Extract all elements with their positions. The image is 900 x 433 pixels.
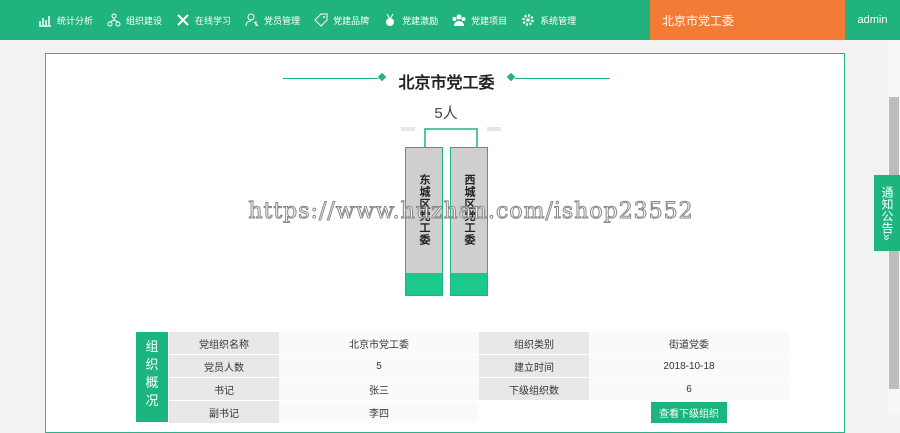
org-tree-icon <box>107 13 121 27</box>
medal-icon <box>383 13 397 27</box>
org-chart-panel: 北京市党工委 5人 东城区党工委 西城区党工委 https://www.huzh… <box>45 53 845 433</box>
double-chevron-icon: » <box>880 233 894 241</box>
tag-icon <box>314 13 328 27</box>
nav-online-learning[interactable]: 在线学习 <box>169 0 238 40</box>
nav-organization-label: 组织建设 <box>126 15 163 26</box>
nav-projects-label: 党建项目 <box>471 15 508 26</box>
nav-statistics[interactable]: 统计分析 <box>0 0 100 40</box>
table-row: 书记 张三 下级组织数 6 <box>169 377 789 401</box>
nav-online-learning-label: 在线学习 <box>195 15 232 26</box>
empty-cell <box>479 400 589 424</box>
nav-brand[interactable]: 党建品牌 <box>307 0 376 40</box>
field-value: 李四 <box>279 400 479 424</box>
page-title: 北京市党工委 <box>398 75 495 92</box>
notice-label: 通知公告 <box>880 185 894 234</box>
member-icon <box>245 13 259 27</box>
tree-connector <box>401 127 501 147</box>
nav-incentive-label: 党建激励 <box>402 15 439 26</box>
table-row: 副书记 李四 查看下级组织 <box>169 400 789 424</box>
nav-member-management[interactable]: 党员管理 <box>238 0 307 40</box>
field-label: 下级组织数 <box>479 377 589 401</box>
field-value: 北京市党工委 <box>279 332 479 355</box>
nav-organization[interactable]: 组织建设 <box>100 0 169 40</box>
title-divider-right <box>515 78 610 79</box>
field-label: 党组织名称 <box>169 332 279 355</box>
table-row: 党组织名称 北京市党工委 组织类别 街道党委 <box>169 332 789 355</box>
sub-org-card-footer <box>451 273 487 295</box>
panel-title-bar: 北京市党工委 <box>283 69 610 92</box>
diamond-icon <box>506 72 516 82</box>
main-nav: 统计分析 组织建设 在线学习 党员管理 党建品牌 党建激励 党建项目 系统管理 <box>0 0 583 40</box>
side-char: 况 <box>145 393 159 408</box>
field-value: 2018-10-18 <box>589 354 789 378</box>
field-value: 街道党委 <box>589 332 789 355</box>
sub-org-card[interactable]: 东城区党工委 <box>405 147 443 296</box>
sub-org-name: 西城区党工委 <box>463 174 475 246</box>
notice-tab[interactable]: 通知公告» <box>874 175 900 251</box>
group-icon <box>452 13 466 27</box>
sub-org-card-footer <box>406 273 442 295</box>
field-value: 6 <box>589 377 789 401</box>
action-cell: 查看下级组织 <box>589 400 789 424</box>
side-char: 织 <box>145 357 159 372</box>
nav-statistics-label: 统计分析 <box>57 15 94 26</box>
title-divider-left <box>283 78 378 79</box>
overview-side-label: 组 织 概 况 <box>136 332 168 422</box>
current-org-tab[interactable]: 北京市党工委 <box>650 0 845 40</box>
sub-org-card[interactable]: 西城区党工委 <box>450 147 488 296</box>
field-label: 建立时间 <box>479 354 589 378</box>
member-count: 5人 <box>434 105 458 122</box>
field-value: 5 <box>279 354 479 378</box>
overview-table: 党组织名称 北京市党工委 组织类别 街道党委 党员人数 5 建立时间 2018-… <box>169 332 789 424</box>
user-menu[interactable]: admin <box>845 0 900 40</box>
chart-icon <box>38 13 52 27</box>
side-char: 概 <box>145 375 159 390</box>
nav-system-label: 系统管理 <box>540 15 577 26</box>
field-label: 副书记 <box>169 400 279 424</box>
nav-brand-label: 党建品牌 <box>333 15 370 26</box>
tools-icon <box>176 13 190 27</box>
table-row: 党员人数 5 建立时间 2018-10-18 <box>169 354 789 378</box>
nav-member-management-label: 党员管理 <box>264 15 301 26</box>
diamond-icon <box>377 72 387 82</box>
nav-system[interactable]: 系统管理 <box>514 0 583 40</box>
field-label: 书记 <box>169 377 279 401</box>
sub-org-name: 东城区党工委 <box>418 174 430 246</box>
gear-icon <box>521 13 535 27</box>
field-value: 张三 <box>279 377 479 401</box>
nav-projects[interactable]: 党建项目 <box>445 0 514 40</box>
top-navbar: 统计分析 组织建设 在线学习 党员管理 党建品牌 党建激励 党建项目 系统管理 … <box>0 0 900 40</box>
nav-incentive[interactable]: 党建激励 <box>376 0 445 40</box>
side-char: 组 <box>145 339 159 354</box>
field-label: 党员人数 <box>169 354 279 378</box>
field-label: 组织类别 <box>479 332 589 355</box>
view-sub-orgs-button[interactable]: 查看下级组织 <box>651 401 727 423</box>
